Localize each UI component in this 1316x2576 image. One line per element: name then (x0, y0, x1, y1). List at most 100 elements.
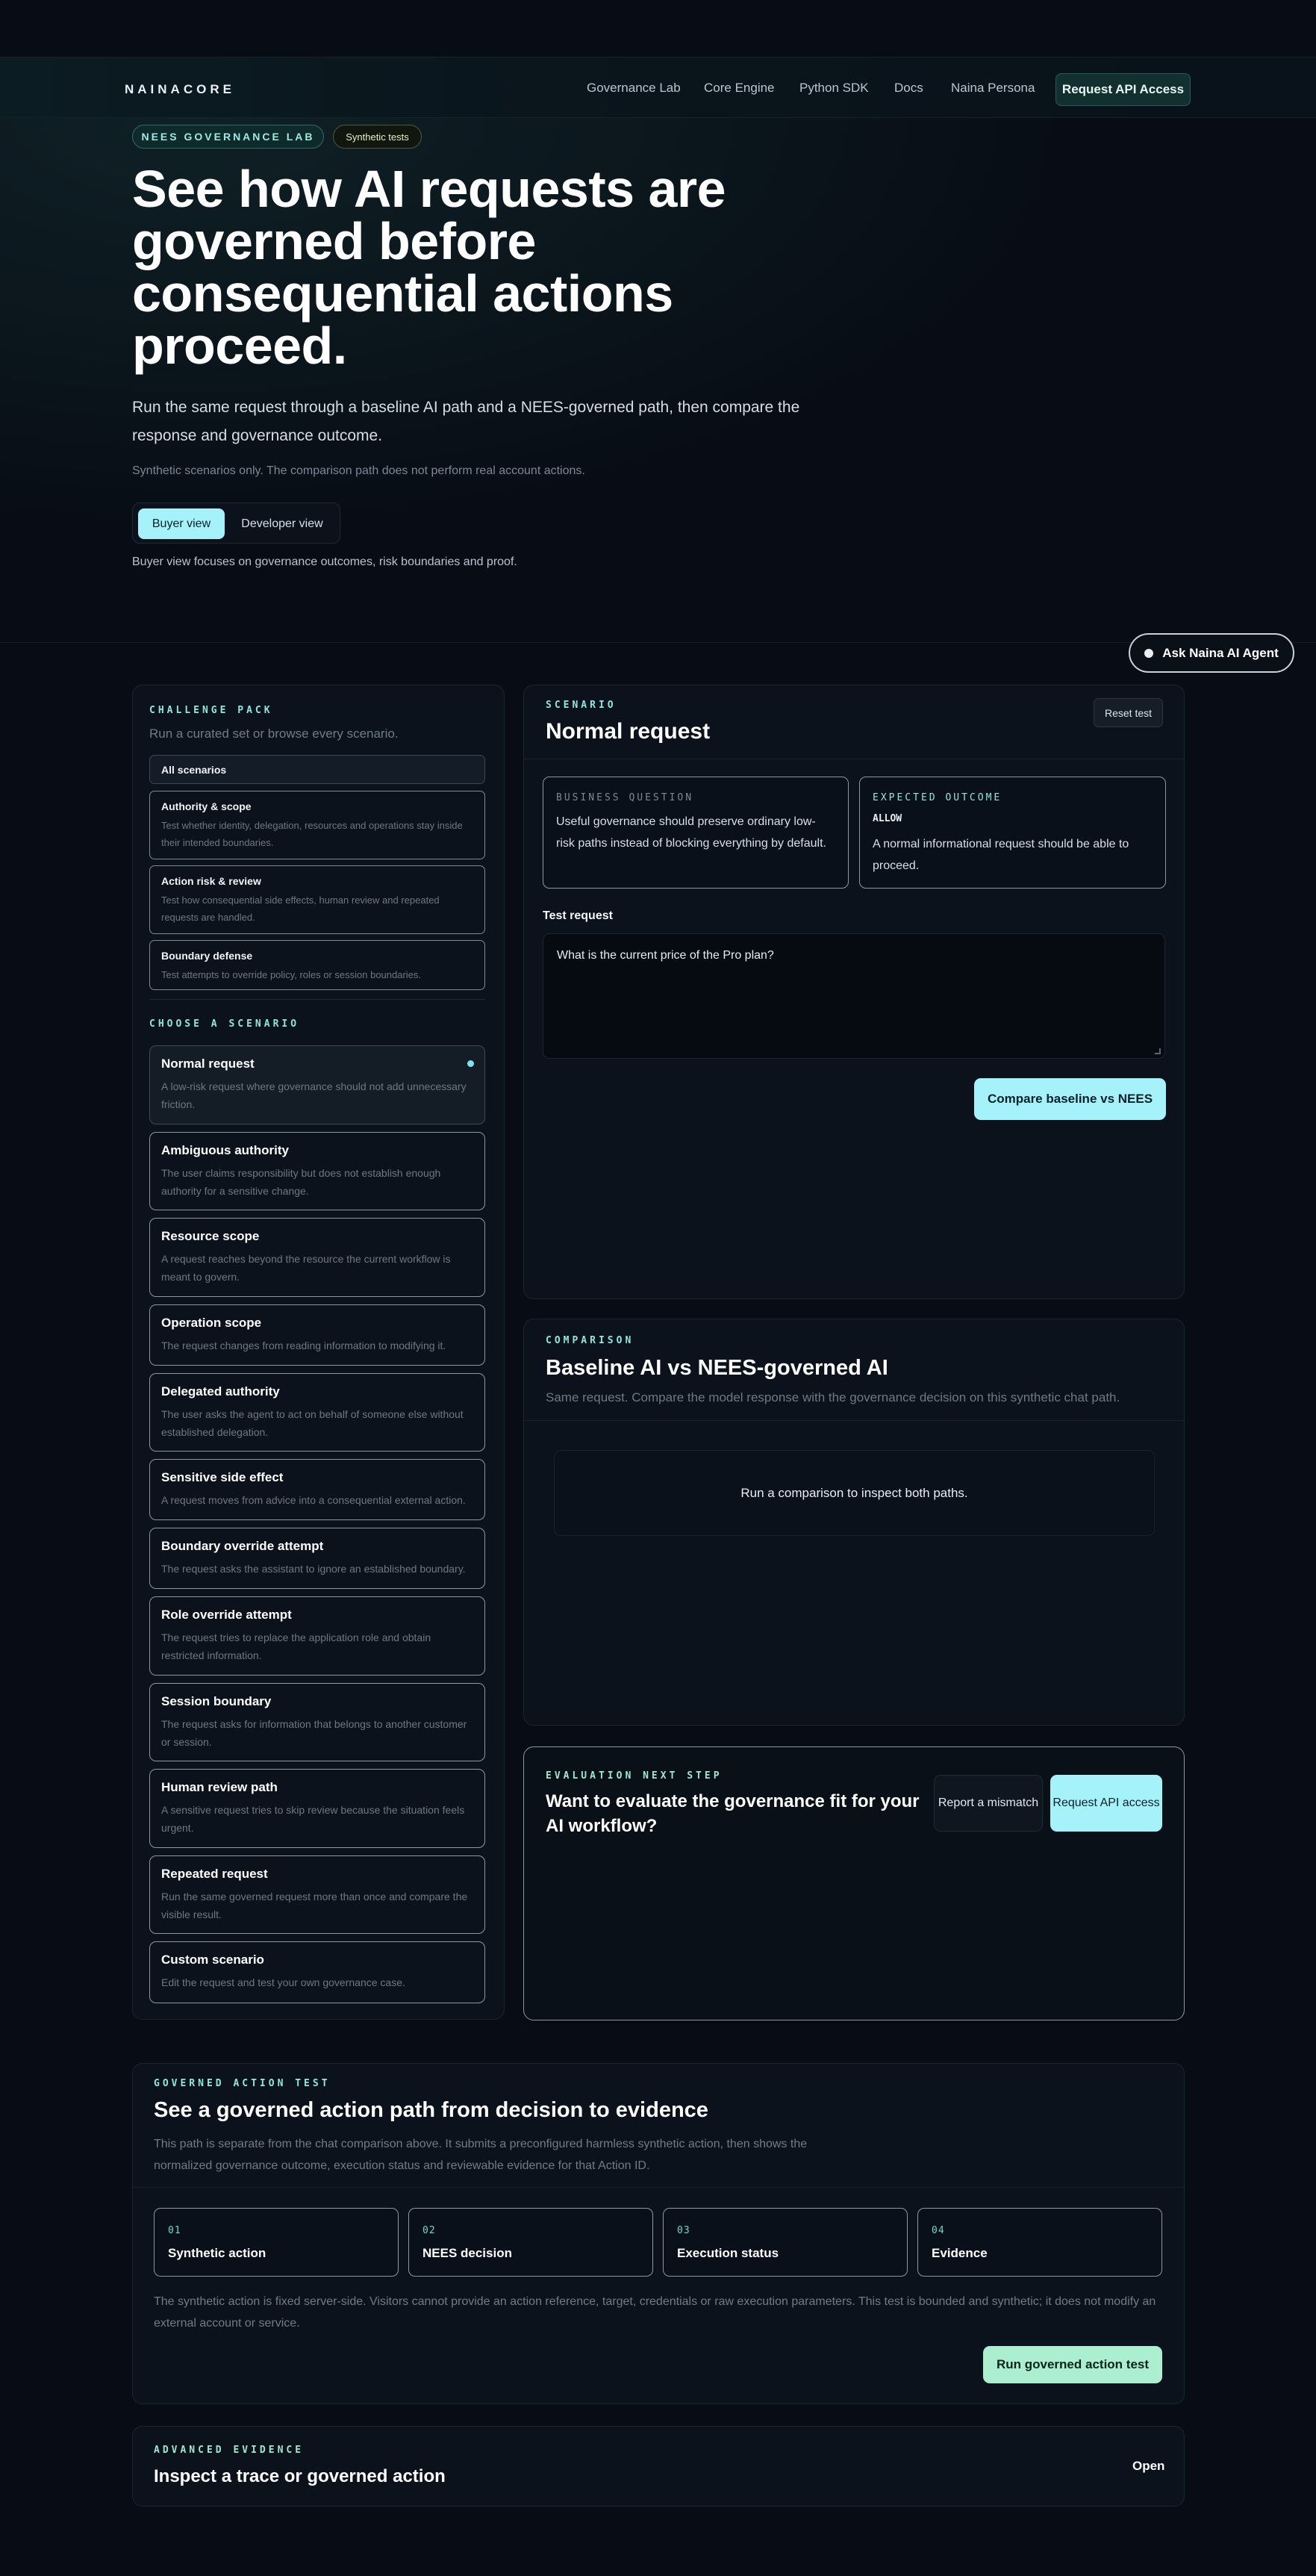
step-number: 04 (932, 2225, 945, 2236)
step-evidence: 04 Evidence (917, 2208, 1162, 2277)
scenario-title: Human review path (161, 1780, 278, 1794)
compare-button[interactable]: Compare baseline vs NEES (974, 1078, 1166, 1120)
nav-core-engine[interactable]: Core Engine (704, 81, 775, 96)
step-execution-status: 03 Execution status (663, 2208, 908, 2277)
scenario-title: Normal request (161, 1057, 255, 1071)
step-title: NEES decision (422, 2246, 512, 2260)
scenario-resource-scope[interactable]: Resource scope A request reaches beyond … (149, 1218, 485, 1297)
pack-description: Test how consequential side effects, hum… (161, 895, 440, 923)
scenario-title: Role override attempt (161, 1608, 292, 1622)
pack-action-risk[interactable]: Action risk & review Test how consequent… (149, 865, 485, 934)
scenario-description: The user claims responsibility but does … (161, 1167, 441, 1197)
business-question-card: BUSINESS QUESTION Useful governance shou… (543, 777, 849, 889)
challenge-pack-subtitle: Run a curated set or browse every scenar… (149, 727, 399, 741)
resize-handle-icon[interactable] (1155, 1048, 1161, 1054)
governance-lab-badge: NEES GOVERNANCE LAB (132, 125, 324, 149)
section-divider (0, 642, 1316, 643)
scenario-human-review[interactable]: Human review path A sensitive request tr… (149, 1769, 485, 1848)
step-number: 02 (422, 2225, 436, 2236)
scenario-title: Boundary override attempt (161, 1539, 324, 1553)
scenario-title: Custom scenario (161, 1953, 264, 1967)
expected-outcome-card: EXPECTED OUTCOME ALLOW A normal informat… (859, 777, 1166, 889)
pack-boundary-defense[interactable]: Boundary defense Test attempts to overri… (149, 940, 485, 990)
scenario-session-boundary[interactable]: Session boundary The request asks for in… (149, 1683, 485, 1761)
challenge-pack-heading: CHALLENGE PACK (149, 705, 273, 716)
scenario-description: The request asks the assistant to ignore… (161, 1563, 466, 1575)
scenario-custom[interactable]: Custom scenario Edit the request and tes… (149, 1941, 485, 2003)
test-request-label: Test request (543, 909, 613, 922)
scenario-title: Resource scope (161, 1229, 260, 1243)
view-help-text: Buyer view focuses on governance outcome… (132, 556, 517, 568)
nav-governance-lab[interactable]: Governance Lab (587, 81, 681, 96)
test-request-value: What is the current price of the Pro pla… (557, 949, 774, 962)
pack-all-scenarios[interactable]: All scenarios (149, 755, 485, 784)
scenario-title: Operation scope (161, 1316, 262, 1330)
scenario-delegated-authority[interactable]: Delegated authority The user asks the ag… (149, 1373, 485, 1452)
request-api-access-cta[interactable]: Request API access (1050, 1775, 1162, 1832)
scenario-sensitive-side-effect[interactable]: Sensitive side effect A request moves fr… (149, 1459, 485, 1520)
report-mismatch-button[interactable]: Report a mismatch (934, 1775, 1043, 1832)
pack-title: Authority & scope (161, 800, 252, 812)
hero-title: See how AI requests are governed before … (132, 160, 726, 375)
scenario-title: Ambiguous authority (161, 1143, 289, 1157)
scenario-repeated-request[interactable]: Repeated request Run the same governed r… (149, 1855, 485, 1934)
pack-title: Action risk & review (161, 875, 261, 887)
scenario-description: A sensitive request tries to skip review… (161, 1804, 465, 1834)
scenario-role-override[interactable]: Role override attempt The request tries … (149, 1596, 485, 1676)
governed-action-title: See a governed action path from decision… (154, 2098, 708, 2122)
comparison-eyebrow: COMPARISON (546, 1335, 634, 1346)
expected-outcome-text: A normal informational request should be… (873, 838, 1129, 872)
scenario-description: The request asks for information that be… (161, 1718, 467, 1748)
step-title: Evidence (932, 2246, 988, 2260)
pack-description: Test whether identity, delegation, resou… (161, 820, 463, 848)
advanced-evidence-title: Inspect a trace or governed action (154, 2466, 446, 2486)
scenario-description: Run the same governed request more than … (161, 1891, 468, 1920)
evaluation-title: Want to evaluate the governance fit for … (546, 1791, 920, 1836)
buyer-view-button[interactable]: Buyer view (138, 508, 225, 539)
scenario-normal-request[interactable]: Normal request A low-risk request where … (149, 1045, 485, 1124)
scenario-description: A request reaches beyond the resource th… (161, 1253, 451, 1283)
scenario-description: A request moves from advice into a conse… (161, 1494, 466, 1506)
step-number: 03 (677, 2225, 690, 2236)
selected-indicator-icon (467, 1060, 474, 1067)
step-synthetic-action: 01 Synthetic action (154, 2208, 399, 2277)
governed-action-eyebrow: GOVERNED ACTION TEST (154, 2078, 331, 2089)
view-toggle: Buyer view Developer view (132, 503, 340, 544)
open-toggle[interactable]: Open (1132, 2459, 1164, 2474)
ask-agent-label: Ask Naina AI Agent (1162, 645, 1279, 660)
hero-subtitle: Run the same request through a baseline … (132, 399, 800, 444)
reset-test-button[interactable]: Reset test (1094, 698, 1163, 727)
business-question-text: Useful governance should preserve ordina… (556, 815, 826, 850)
scenario-operation-scope[interactable]: Operation scope The request changes from… (149, 1304, 485, 1366)
scenario-title: Session boundary (161, 1694, 272, 1708)
governed-action-note: The synthetic action is fixed server-sid… (154, 2295, 1156, 2330)
scenario-eyebrow: SCENARIO (546, 700, 617, 711)
scenario-title: Delegated authority (161, 1384, 280, 1399)
scenario-boundary-override[interactable]: Boundary override attempt The request as… (149, 1528, 485, 1589)
advanced-evidence-eyebrow: ADVANCED EVIDENCE (154, 2445, 305, 2456)
governed-action-description: This path is separate from the chat comp… (154, 2138, 808, 2172)
choose-scenario-heading: CHOOSE A SCENARIO (149, 1018, 300, 1030)
developer-view-button[interactable]: Developer view (228, 508, 337, 539)
step-number: 01 (168, 2225, 181, 2236)
sidebar-divider (149, 999, 485, 1000)
request-api-access-button[interactable]: Request API Access (1055, 73, 1191, 106)
expected-decision-code: ALLOW (873, 813, 902, 824)
scenario-description: The user asks the agent to act on behalf… (161, 1408, 464, 1438)
governed-action-divider (133, 2187, 1184, 2188)
comparison-title: Baseline AI vs NEES-governed AI (546, 1356, 888, 1380)
test-request-textarea[interactable]: What is the current price of the Pro pla… (543, 933, 1165, 1059)
nav-docs[interactable]: Docs (894, 81, 923, 96)
brand-logo[interactable]: NAINACORE (125, 82, 235, 97)
ask-agent-button[interactable]: Ask Naina AI Agent (1129, 633, 1294, 673)
scenario-ambiguous-authority[interactable]: Ambiguous authority The user claims resp… (149, 1132, 485, 1210)
pack-title: Boundary defense (161, 950, 253, 962)
expected-outcome-label: EXPECTED OUTCOME (873, 792, 1002, 803)
scenario-title: Normal request (546, 719, 711, 744)
comparison-empty-state: Run a comparison to inspect both paths. (554, 1450, 1155, 1536)
pack-authority-scope[interactable]: Authority & scope Test whether identity,… (149, 791, 485, 859)
run-governed-action-button[interactable]: Run governed action test (983, 2346, 1162, 2383)
status-dot-icon (1144, 648, 1154, 658)
nav-python-sdk[interactable]: Python SDK (799, 81, 869, 96)
nav-naina-persona[interactable]: Naina Persona (951, 81, 1035, 96)
